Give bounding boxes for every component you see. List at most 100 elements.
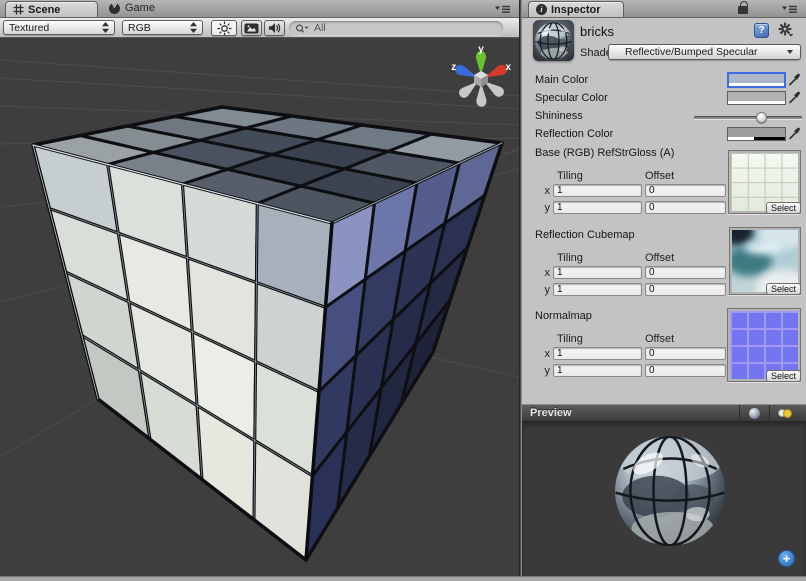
specular-color-label: Specular Color (535, 92, 608, 104)
tab-scene[interactable]: Scene (5, 1, 98, 17)
inspector-panel-menu-icon[interactable] (782, 5, 797, 14)
help-icon[interactable]: ? (754, 23, 769, 38)
specular-color-swatch[interactable] (727, 91, 786, 105)
skybox-toggle-button[interactable] (241, 20, 262, 36)
cubemap-label: Reflection Cubemap (535, 229, 635, 241)
render-mode-dropdown[interactable]: RGB (122, 20, 203, 35)
offset-header: Offset (645, 333, 674, 345)
preview-light-button[interactable] (769, 405, 799, 421)
lock-icon[interactable] (738, 6, 748, 14)
main-color-swatch[interactable] (727, 72, 786, 88)
add-button[interactable]: + (778, 550, 795, 567)
scene-viewport[interactable]: yxz (0, 39, 519, 576)
shininess-label: Shininess (535, 110, 583, 122)
window-bottom-edge (0, 576, 806, 581)
scene-pane: Scene Game Textured RGB (0, 0, 519, 576)
reflection-color-row: Reflection Color (522, 125, 806, 145)
shininess-row: Shininess (522, 107, 806, 125)
tiling-header: Tiling (557, 170, 583, 182)
scene-tabbar: Scene Game (0, 0, 519, 18)
base-map-label: Base (RGB) RefStrGloss (A) (535, 147, 674, 159)
base-offset-y-input[interactable] (645, 201, 726, 214)
shader-value: Reflective/Bumped Specular (625, 46, 758, 58)
speaker-icon (268, 22, 282, 34)
cubemap-offset-x-input[interactable] (645, 266, 726, 279)
base-select-button[interactable]: Select (766, 202, 801, 214)
eyedropper-icon[interactable] (788, 91, 801, 104)
updown-arrows-icon (190, 22, 197, 33)
eyedropper-icon[interactable] (788, 127, 801, 140)
base-tiling-y-input[interactable] (553, 201, 642, 214)
normalmap-select-button[interactable]: Select (766, 370, 801, 382)
slider-thumb[interactable] (756, 112, 767, 123)
eyedropper-icon[interactable] (788, 73, 801, 86)
tab-inspector[interactable]: i Inspector (528, 1, 624, 17)
inspector-pane: i Inspector bricks ? (522, 0, 806, 576)
base-tiling-x-input[interactable] (553, 184, 642, 197)
axis-label: y (542, 365, 550, 377)
shader-dropdown[interactable]: Reflective/Bumped Specular (608, 44, 801, 60)
material-preview-area[interactable]: + (522, 421, 806, 576)
offset-header: Offset (645, 252, 674, 264)
gear-icon[interactable] (778, 22, 794, 38)
normalmap-tiling-y-input[interactable] (553, 364, 642, 377)
offset-header: Offset (645, 170, 674, 182)
main-color-label: Main Color (535, 74, 588, 86)
axis-label: y (542, 202, 550, 214)
main-color-row: Main Color (522, 71, 806, 89)
base-offset-x-input[interactable] (645, 184, 726, 197)
yellow-circle-icon (783, 409, 792, 418)
scene-3d-render: yxz (0, 39, 519, 576)
lighting-toggle-button[interactable] (211, 20, 237, 36)
normalmap-offset-x-input[interactable] (645, 347, 726, 360)
chevron-down-icon (787, 50, 793, 54)
tiling-header: Tiling (557, 252, 583, 264)
axis-label: x (542, 185, 550, 197)
preview-sphere-render (522, 421, 806, 576)
draw-mode-dropdown[interactable]: Textured (3, 20, 115, 35)
updown-arrows-icon (102, 22, 109, 33)
material-thumbnail[interactable] (533, 20, 574, 61)
scene-toolbar: Textured RGB (0, 18, 519, 38)
reflection-color-swatch[interactable] (727, 127, 786, 141)
scene-grid-icon (13, 4, 24, 15)
scene-search-field[interactable] (289, 21, 503, 35)
tab-scene-label: Scene (28, 4, 60, 16)
normalmap-offset-y-input[interactable] (645, 364, 726, 377)
normalmap-label: Normalmap (535, 310, 592, 322)
search-icon (295, 24, 309, 33)
preview-header[interactable]: Preview (522, 404, 806, 421)
sphere-icon (749, 408, 760, 419)
normalmap-thumbnail[interactable]: Select (727, 308, 801, 382)
preview-title: Preview (530, 407, 739, 419)
search-input[interactable] (312, 21, 497, 35)
cubemap-offset-y-input[interactable] (645, 283, 726, 296)
axis-label: y (542, 284, 550, 296)
axis-label: x (542, 267, 550, 279)
preview-mesh-button[interactable] (739, 405, 769, 421)
reflection-color-label: Reflection Color (535, 128, 613, 140)
base-texture-thumbnail[interactable]: Select (728, 150, 801, 214)
cubemap-tiling-y-input[interactable] (553, 283, 642, 296)
unity-editor-window: Scene Game Textured RGB (0, 0, 806, 581)
normalmap-image (730, 311, 798, 379)
cubemap-tiling-x-input[interactable] (553, 266, 642, 279)
cubemap-thumbnail[interactable]: Select (729, 227, 801, 295)
scene-panel-menu-icon[interactable] (495, 5, 510, 14)
cubemap-select-button[interactable]: Select (766, 283, 801, 295)
cubemap-section: Reflection Cubemap Tiling Offset x y (522, 223, 806, 303)
audio-toggle-button[interactable] (264, 20, 285, 36)
material-properties: Main Color Specular Color (522, 60, 806, 404)
info-icon: i (536, 4, 547, 15)
specular-color-row: Specular Color (522, 89, 806, 107)
base-map-section: Base (RGB) RefStrGloss (A) Tiling Offset… (522, 145, 806, 223)
sun-icon (217, 21, 232, 36)
draw-mode-value: Textured (9, 22, 49, 34)
tab-game[interactable]: Game (101, 0, 163, 16)
game-icon (109, 3, 120, 14)
svg-text:z: z (451, 62, 456, 73)
shininess-slider[interactable] (694, 116, 802, 119)
normalmap-tiling-x-input[interactable] (553, 347, 642, 360)
tab-game-label: Game (125, 2, 155, 14)
tab-inspector-label: Inspector (551, 4, 601, 16)
